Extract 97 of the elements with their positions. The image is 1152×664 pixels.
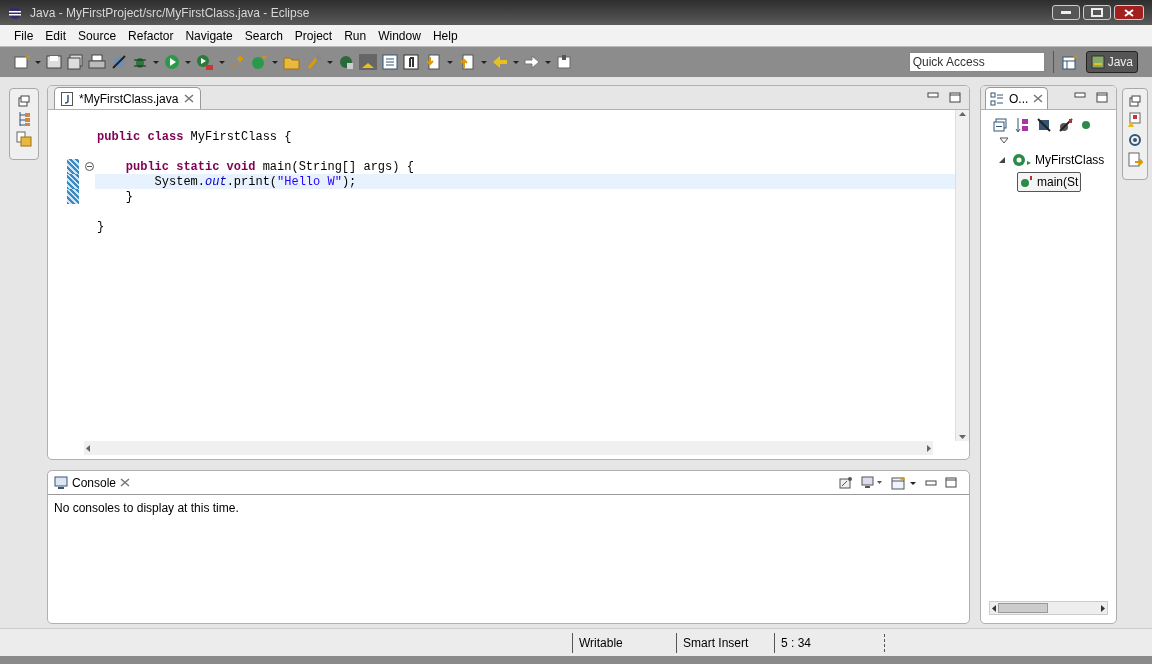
save-icon[interactable]: [46, 54, 62, 70]
outline-tab[interactable]: O...: [985, 87, 1049, 109]
console-message: No consoles to display at this time.: [53, 500, 240, 517]
next-annotation-icon[interactable]: [424, 54, 442, 70]
vertical-scrollbar[interactable]: [955, 110, 969, 441]
scroll-down-icon[interactable]: [959, 435, 966, 439]
horizontal-scrollbar[interactable]: [84, 441, 933, 455]
scroll-right-icon[interactable]: [927, 444, 931, 452]
display-console-icon[interactable]: [861, 476, 883, 489]
dropdown-caret-icon[interactable]: [447, 60, 453, 64]
skip-breakpoints-icon[interactable]: [111, 54, 127, 70]
dropdown-caret-icon[interactable]: [272, 60, 278, 64]
maximize-icon[interactable]: [1096, 92, 1108, 103]
status-text: Writable: [579, 634, 623, 652]
editor-tab[interactable]: *MyFirstClass.java: [54, 87, 202, 109]
minimize-icon[interactable]: [925, 479, 937, 486]
restore-icon[interactable]: [1128, 95, 1141, 107]
open-perspective-icon[interactable]: [1061, 54, 1078, 70]
collapse-all-icon[interactable]: [993, 118, 1007, 132]
maximize-button[interactable]: [1083, 5, 1111, 20]
close-icon[interactable]: [184, 94, 195, 103]
minimize-icon[interactable]: [1074, 92, 1086, 98]
menu-item[interactable]: Source: [74, 26, 121, 45]
tree-item[interactable]: MyFirstClass: [1009, 150, 1108, 170]
hierarchy-icon[interactable]: [16, 111, 31, 127]
close-icon[interactable]: [1033, 94, 1044, 103]
view-menu-icon[interactable]: [999, 137, 1009, 144]
code-line: }: [96, 219, 106, 234]
dropdown-caret-icon[interactable]: [153, 60, 159, 64]
status-text: Smart Insert: [683, 634, 749, 652]
quick-access-field[interactable]: Quick Access: [908, 52, 1045, 72]
new-console-icon[interactable]: [891, 475, 917, 490]
close-icon: [1124, 8, 1134, 17]
run-stop-icon[interactable]: [196, 54, 214, 70]
menu-item[interactable]: File: [10, 26, 38, 45]
tab-label: O...: [1009, 90, 1029, 108]
dropdown-caret-icon[interactable]: [219, 60, 225, 64]
menu-item[interactable]: Edit: [41, 26, 71, 45]
pin-editor-icon[interactable]: [556, 54, 572, 70]
console-icon: [54, 476, 68, 489]
code-line: }: [124, 189, 134, 204]
dropdown-caret-icon[interactable]: [327, 60, 333, 64]
perspective-button[interactable]: Java: [1085, 51, 1138, 73]
dropdown-caret-icon[interactable]: [545, 60, 551, 64]
package-explorer-icon[interactable]: [15, 131, 32, 147]
maximize-icon[interactable]: [945, 477, 957, 488]
java-file-icon: [61, 91, 73, 106]
maximize-icon[interactable]: [949, 92, 961, 103]
minimize-icon: [1061, 11, 1071, 14]
menu-item[interactable]: Navigate: [181, 26, 237, 45]
dropdown-caret-icon[interactable]: [185, 60, 191, 64]
expanded-triangle-icon[interactable]: [999, 156, 1006, 164]
scroll-right-icon[interactable]: [1101, 604, 1105, 612]
method-icon: [1020, 176, 1034, 188]
code-line: public class MyFirstClass {: [96, 129, 293, 144]
scrollbar-thumb[interactable]: [998, 603, 1048, 613]
horizontal-scrollbar[interactable]: [989, 601, 1108, 615]
close-button[interactable]: [1114, 5, 1144, 20]
problems-icon[interactable]: [1126, 112, 1143, 128]
dropdown-caret-icon[interactable]: [513, 60, 519, 64]
tree-item[interactable]: main(St: [1017, 172, 1082, 192]
maximize-icon: [1091, 8, 1103, 17]
status-text: 5 : 34: [781, 634, 812, 652]
scroll-left-icon[interactable]: [86, 444, 90, 452]
code-line: public static void main(String[] args) {: [124, 159, 415, 174]
dropdown-caret-icon[interactable]: [481, 60, 487, 64]
minimize-button[interactable]: [1052, 5, 1080, 20]
window-title: Java - MyFirstProject/src/MyFirstClass.java - Eclipse: [30, 4, 310, 22]
dot-icon[interactable]: [1081, 120, 1091, 130]
java-perspective-icon: [1090, 55, 1105, 69]
console-tab-label[interactable]: Console: [72, 473, 117, 492]
previous-annotation-icon[interactable]: [458, 54, 476, 70]
scroll-up-icon[interactable]: [959, 112, 966, 116]
pin-console-icon[interactable]: [839, 476, 853, 489]
new-file-icon[interactable]: [14, 54, 30, 70]
tab-label: *MyFirstClass.java: [79, 90, 179, 108]
menu-item[interactable]: Run: [340, 26, 371, 45]
menu-item[interactable]: Help: [428, 26, 462, 45]
sort-icon[interactable]: [1015, 117, 1029, 133]
print-icon[interactable]: [88, 54, 106, 70]
menu-item[interactable]: Refactor: [124, 26, 178, 45]
menu-item[interactable]: Project: [290, 26, 337, 45]
collapse-icon[interactable]: [84, 162, 94, 171]
scroll-left-icon[interactable]: [992, 604, 996, 612]
close-icon[interactable]: [120, 478, 131, 487]
menu-item[interactable]: Search: [240, 26, 287, 45]
dropdown-caret-icon[interactable]: [35, 60, 41, 64]
menu-item[interactable]: Window: [374, 26, 425, 45]
minimize-icon[interactable]: [927, 92, 939, 98]
block-selection-icon[interactable]: [382, 54, 398, 70]
restore-icon[interactable]: [17, 95, 30, 107]
forward-arrow-icon[interactable]: [524, 54, 540, 70]
show-whitespace-icon[interactable]: [403, 54, 419, 70]
class-icon: [1012, 153, 1032, 167]
run-icon[interactable]: [164, 54, 180, 70]
outline-icon: [990, 91, 1004, 106]
save-all-icon[interactable]: [67, 54, 83, 70]
